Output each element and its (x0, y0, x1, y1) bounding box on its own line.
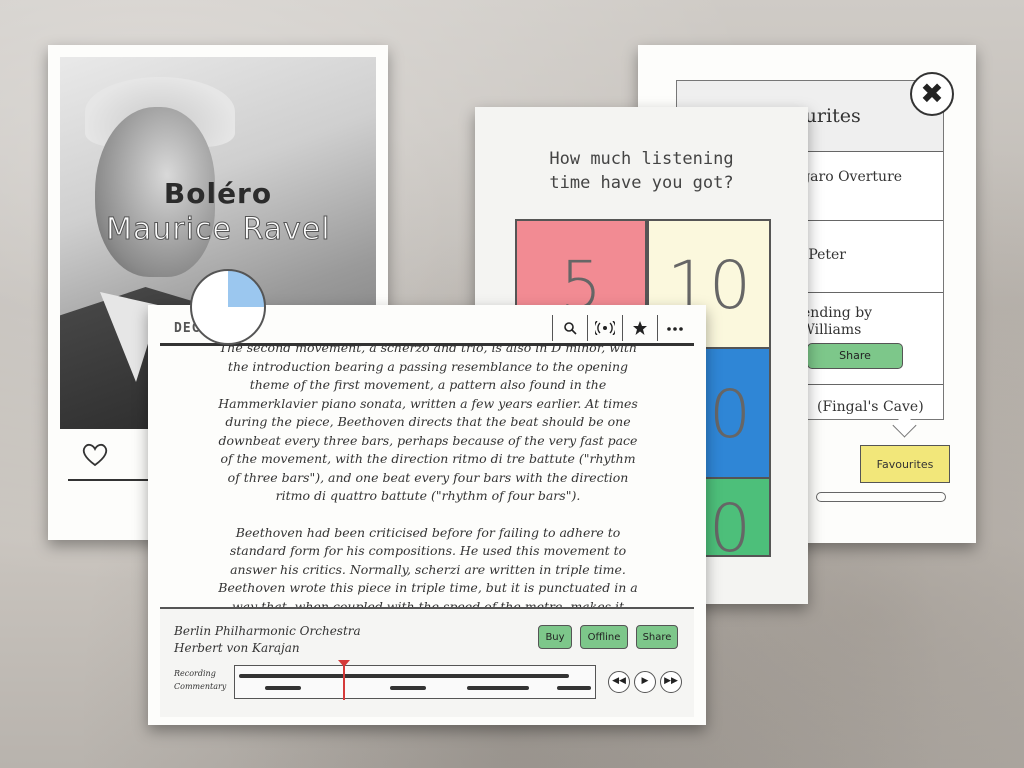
commentary-paragraph: The second movement, a scherzo and trio,… (218, 340, 638, 503)
playhead[interactable] (343, 662, 345, 700)
track-labels: Recording Commentary (174, 667, 226, 693)
composer-name: Maurice Ravel (106, 212, 331, 248)
share-button[interactable]: Share (807, 343, 903, 369)
favourite-item-label: Figaro Overture art (787, 169, 903, 202)
search-icon[interactable] (552, 315, 587, 341)
recording-label: Recording (174, 669, 216, 678)
share-button[interactable]: Share (636, 625, 678, 649)
recording-track (239, 674, 569, 678)
close-button[interactable]: ✖ (910, 72, 954, 116)
timeline-scrubber[interactable] (234, 660, 596, 700)
listening-time-question: How much listening time have you got? (475, 147, 808, 195)
player-footer: Berlin Philharmonic Orchestra Herbert vo… (160, 607, 694, 717)
rewind-button[interactable]: ◀◀ (608, 671, 630, 693)
play-button[interactable]: ▶ (634, 671, 656, 693)
buy-button[interactable]: Buy (538, 625, 572, 649)
work-title: Boléro (163, 177, 273, 210)
orchestra-name: Berlin Philharmonic Orchestra (174, 624, 361, 638)
decca-player-card: DECCA 100 The second movement, a scherzo… (148, 305, 706, 725)
commentary-paragraph: Beethoven had been criticised before for… (218, 524, 638, 610)
heart-icon[interactable] (80, 439, 110, 469)
scroll-bar[interactable] (816, 492, 946, 502)
favourites-tab[interactable]: Favourites (860, 445, 950, 483)
star-icon[interactable] (622, 315, 657, 341)
offline-button[interactable]: Offline (580, 625, 628, 649)
commentary-text[interactable]: The second movement, a scherzo and trio,… (218, 339, 638, 609)
duration-pie-icon (190, 269, 266, 345)
performer-info: Berlin Philharmonic Orchestra Herbert vo… (174, 623, 361, 657)
commentary-segment (557, 686, 591, 690)
conductor-name: Herbert von Karajan (174, 641, 300, 655)
commentary-segment (390, 686, 426, 690)
favourite-item-label: (Fingal's Cave) (817, 399, 924, 415)
favourite-item-label: scending by n Williams (787, 305, 873, 338)
commentary-segment (265, 686, 301, 690)
header-toolbar (552, 315, 692, 341)
more-icon[interactable] (657, 315, 692, 341)
commentary-label: Commentary (174, 682, 227, 691)
broadcast-icon[interactable] (587, 315, 622, 341)
commentary-segment (467, 686, 529, 690)
favourite-item-label: by Peter (787, 247, 847, 263)
fast-forward-button[interactable]: ▶▶ (660, 671, 682, 693)
question-line: How much listening (549, 149, 734, 169)
question-line: time have you got? (549, 173, 734, 193)
